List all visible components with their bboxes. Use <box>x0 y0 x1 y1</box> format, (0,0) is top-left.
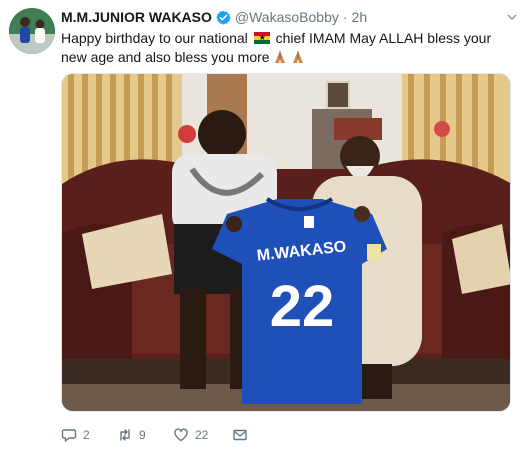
direct-message-button[interactable] <box>232 427 254 443</box>
jersey-number: 22 <box>270 274 335 339</box>
separator-dot: · <box>342 9 348 25</box>
retweet-button[interactable]: 9 <box>117 427 149 443</box>
chevron-down-icon[interactable] <box>506 10 518 22</box>
folded-hands-icon <box>273 50 287 64</box>
retweet-icon <box>120 429 130 441</box>
user-avatar[interactable] <box>9 8 55 54</box>
reply-count: 2 <box>83 428 90 442</box>
tweet-timestamp[interactable]: 2h <box>352 9 368 25</box>
user-handle[interactable]: @WakasoBobby <box>235 9 339 25</box>
like-button[interactable]: 22 <box>173 427 208 443</box>
tweet-actions: 2 9 22 <box>61 426 278 444</box>
reply-icon <box>61 429 77 442</box>
envelope-icon <box>233 429 248 441</box>
folded-hands-icon <box>291 50 305 64</box>
tweet-photo[interactable]: M.WAKASO 22 <box>61 73 511 412</box>
photo-scene: M.WAKASO 22 <box>62 74 510 411</box>
tweet-header: M.M.JUNIOR WAKASO @WakasoBobby · 2h <box>61 8 367 26</box>
tweet-text-part1: Happy birthday to our national <box>61 30 248 46</box>
retweet-count: 9 <box>139 428 146 442</box>
like-count: 22 <box>195 428 209 442</box>
tweet-text: Happy birthday to our national ★ chief I… <box>61 29 511 67</box>
tweet-card[interactable]: M.M.JUNIOR WAKASO @WakasoBobby · 2h Happ… <box>0 0 526 455</box>
heart-icon <box>174 428 188 442</box>
reply-button[interactable]: 2 <box>61 427 93 443</box>
ghana-flag-icon: ★ <box>253 32 270 44</box>
display-name[interactable]: M.M.JUNIOR WAKASO <box>61 9 212 25</box>
verified-badge-icon <box>216 10 231 25</box>
